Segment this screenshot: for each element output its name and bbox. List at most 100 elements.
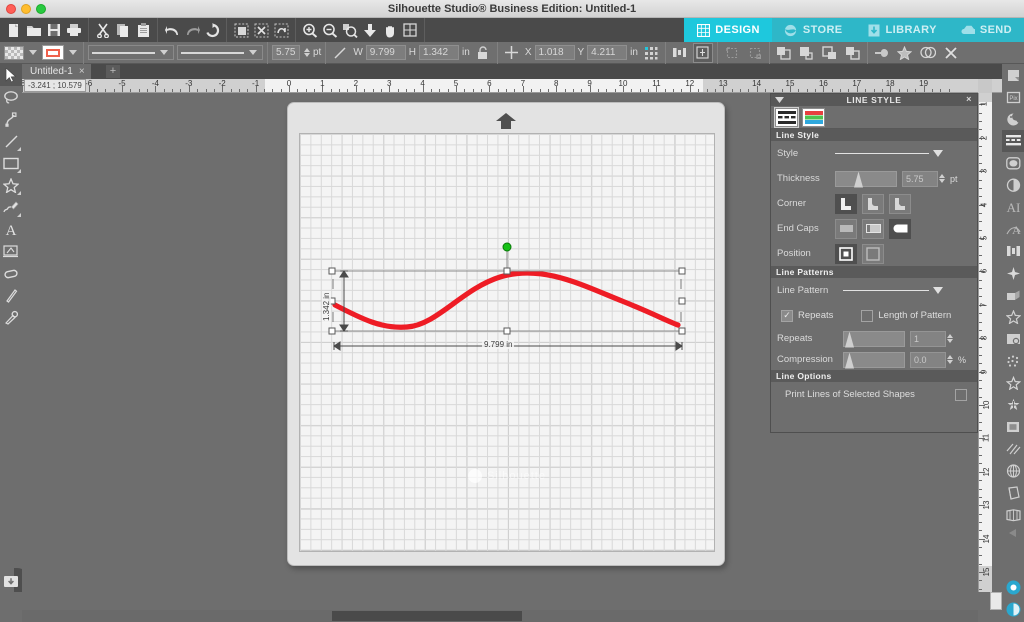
pixscan-panel[interactable]: Pix — [1002, 86, 1024, 108]
width-input[interactable]: 9.799 — [365, 45, 406, 60]
transform-panel[interactable] — [1002, 262, 1024, 284]
fit-to-page-icon[interactable] — [360, 20, 380, 40]
align-panel[interactable] — [1002, 240, 1024, 262]
deselect-all-icon[interactable] — [251, 20, 271, 40]
lasso-tool[interactable] — [0, 86, 22, 108]
zoom-out-icon[interactable] — [320, 20, 340, 40]
move-crosshair-icon[interactable] — [502, 43, 522, 63]
thickness-value-input[interactable]: 5.75 — [902, 170, 938, 187]
print-lines-checkbox[interactable] — [955, 388, 967, 401]
modify-icon[interactable] — [918, 43, 938, 63]
vertical-ruler[interactable]: 1 2 3 4 5 6 7 8 9 10 11 12 13 14 15 — [978, 93, 992, 605]
bevel-corner-icon[interactable] — [889, 193, 911, 214]
y-input[interactable]: 4.211 — [587, 45, 628, 60]
line-style-tab[interactable] — [774, 106, 799, 128]
download-box-icon[interactable] — [0, 570, 22, 592]
sketch-panel[interactable] — [1002, 152, 1024, 174]
zoom-in-icon[interactable] — [300, 20, 320, 40]
trace-tool[interactable] — [0, 240, 22, 262]
x-input[interactable]: 1.018 — [534, 45, 575, 60]
scroll-stepper[interactable] — [990, 592, 1002, 610]
help-button[interactable] — [1002, 598, 1024, 620]
fill-color-swatch[interactable] — [4, 45, 24, 60]
repeats-value-input[interactable]: 1 — [910, 330, 946, 347]
page-setup-panel[interactable] — [1002, 64, 1024, 86]
horizontal-scroll-thumb[interactable] — [332, 611, 522, 621]
close-x-icon[interactable] — [941, 43, 961, 63]
fill-effects-panel[interactable] — [1002, 174, 1024, 196]
chevron-down-icon[interactable] — [775, 96, 784, 106]
tool-flyout-corner-icon[interactable] — [17, 169, 21, 173]
eyedropper-tool[interactable] — [0, 306, 22, 328]
tool-flyout-corner-icon[interactable] — [17, 191, 21, 195]
star-shape-icon[interactable] — [895, 43, 915, 63]
round-corner-icon[interactable] — [862, 193, 884, 214]
thickness-input[interactable]: 5.75 — [272, 45, 300, 60]
thickness-value-stepper[interactable] — [939, 174, 945, 183]
outside-position-icon[interactable] — [862, 243, 884, 264]
send-to-back-icon[interactable] — [797, 43, 817, 63]
polygon-tool[interactable] — [0, 174, 22, 196]
text-on-path-panel[interactable]: A — [1002, 218, 1024, 240]
bring-forward-icon[interactable] — [820, 43, 840, 63]
cut-scissors-icon[interactable] — [93, 20, 113, 40]
book-fold-panel[interactable] — [1002, 504, 1024, 526]
weld-icon[interactable] — [872, 43, 892, 63]
document-tab-untitled-1[interactable]: Untitled-1 × — [22, 64, 91, 79]
offset-panel[interactable] — [1002, 306, 1024, 328]
sticker-panel[interactable] — [1002, 394, 1024, 416]
compression-stepper[interactable] — [947, 355, 953, 364]
open-folder-icon[interactable] — [24, 20, 44, 40]
close-tab-icon[interactable]: × — [79, 64, 85, 79]
fill-dropdown-caret-icon[interactable] — [29, 50, 37, 55]
horizontal-ruler[interactable]: -3.241 ; 10.579 -8-7-6-5-4-3-2-101234567… — [22, 79, 1024, 93]
text-style-panel[interactable]: AI — [1002, 196, 1024, 218]
conical-warp-panel[interactable] — [1002, 482, 1024, 504]
tab-send[interactable]: SEND — [948, 18, 1024, 42]
select-all-icon[interactable] — [231, 20, 251, 40]
save-icon[interactable] — [44, 20, 64, 40]
line-pattern-dropdown[interactable] — [177, 45, 263, 60]
line-style-panel[interactable] — [1002, 130, 1024, 152]
line-dropdown-caret-icon[interactable] — [69, 50, 77, 55]
tool-flyout-corner-icon[interactable] — [17, 213, 21, 217]
color-bars-tab[interactable] — [802, 107, 825, 127]
edit-points-tool[interactable] — [0, 108, 22, 130]
butt-cap-icon[interactable] — [835, 218, 857, 239]
length-of-pattern-checkbox[interactable] — [861, 309, 874, 322]
center-position-icon[interactable] — [835, 243, 857, 264]
compression-value-input[interactable]: 0.0 — [910, 351, 946, 368]
height-input[interactable]: 1.342 — [419, 45, 460, 60]
select-tool[interactable] — [0, 64, 22, 86]
undo-arrow-icon[interactable] — [162, 20, 182, 40]
anchor-grid-icon[interactable] — [641, 43, 661, 63]
rotate-shape-icon[interactable] — [722, 43, 742, 63]
diagonal-scale-icon[interactable] — [330, 43, 350, 63]
print-bleed-panel[interactable] — [1002, 416, 1024, 438]
miter-corner-icon[interactable] — [835, 193, 857, 214]
fill-panel[interactable] — [1002, 108, 1024, 130]
scale-shape-icon[interactable] — [745, 43, 765, 63]
line-tool[interactable] — [0, 130, 22, 152]
compression-slider[interactable] — [843, 351, 905, 369]
knife-panel[interactable] — [1002, 438, 1024, 460]
rail-collapse-arrow[interactable] — [1002, 526, 1024, 540]
knife-tool[interactable] — [0, 284, 22, 306]
line-style-dropdown[interactable] — [88, 45, 174, 60]
text-tool[interactable]: A — [0, 218, 22, 240]
repeats-slider[interactable] — [843, 330, 905, 348]
close-panel-button[interactable]: × — [966, 94, 972, 104]
square-cap-icon[interactable] — [862, 218, 884, 239]
eraser-tool[interactable] — [0, 262, 22, 284]
tab-store[interactable]: STORE — [771, 18, 855, 42]
copy-icon[interactable] — [113, 20, 133, 40]
warp-panel[interactable] — [1002, 460, 1024, 482]
align-center-icon[interactable] — [692, 42, 713, 63]
rectangle-tool[interactable] — [0, 152, 22, 174]
unlocked-padlock-icon[interactable] — [473, 43, 493, 63]
preferences-button[interactable] — [1002, 576, 1024, 598]
style-dropdown[interactable] — [835, 147, 943, 161]
send-backward-icon[interactable] — [843, 43, 863, 63]
redo-arrow-icon[interactable] — [182, 20, 202, 40]
print-icon[interactable] — [64, 20, 84, 40]
